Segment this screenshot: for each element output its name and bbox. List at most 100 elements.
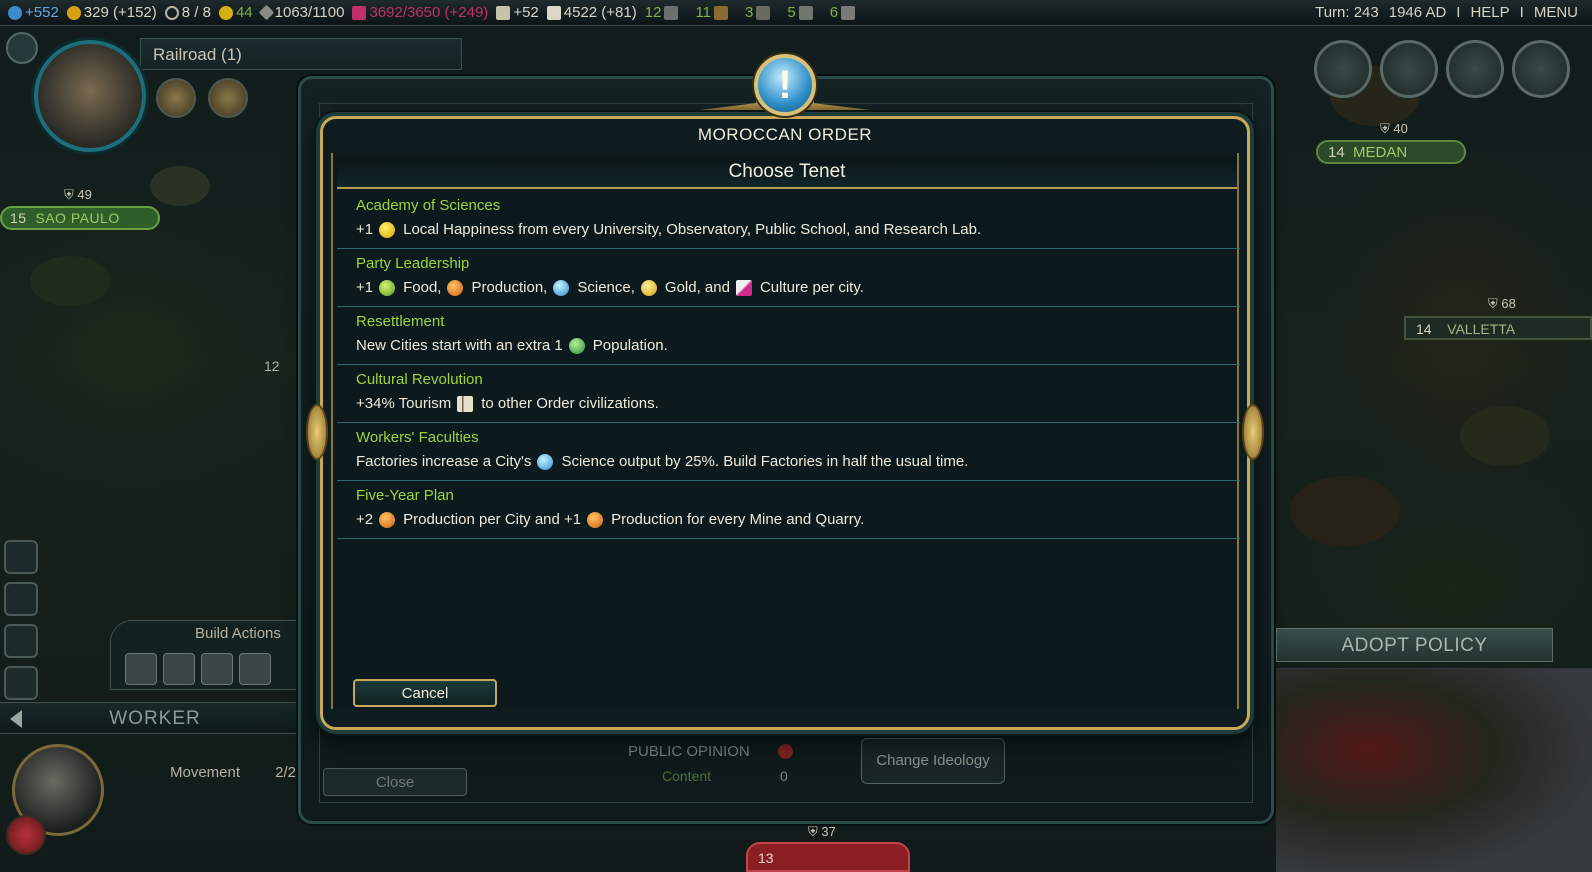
tenet-list: Academy of Sciences +1 Local Happiness fr…	[337, 191, 1240, 539]
tenet-name: Party Leadership	[356, 255, 470, 272]
wait-icon[interactable]	[4, 582, 38, 616]
diplomacy-button[interactable]	[1380, 40, 1438, 98]
unit-name-bar: WORKER	[0, 702, 310, 734]
tech-tree-button[interactable]	[6, 32, 38, 64]
unit-promotion-icon[interactable]	[6, 815, 46, 855]
faith-icon	[546, 5, 561, 20]
tourism-stat[interactable]: +52	[496, 4, 539, 21]
tenet-five-year-plan[interactable]: Five-Year Plan +2 Production per City and…	[337, 481, 1240, 539]
happiness-icon	[379, 221, 396, 238]
tenet-workers-faculties[interactable]: Workers' Faculties Factories increase a …	[337, 423, 1240, 481]
trade-route-icon	[164, 5, 179, 20]
science-icon	[553, 279, 570, 296]
help-button[interactable]: HELP	[1470, 4, 1509, 21]
great-engineer-stat[interactable]: 6	[830, 4, 858, 21]
tech-progress-bar[interactable]: Railroad (1)	[140, 38, 462, 70]
great-scientist-icon	[798, 5, 813, 20]
culture-stat[interactable]: 3692/3650 (+249)	[352, 4, 488, 21]
great-writer-stat[interactable]: 12	[645, 4, 682, 21]
culture-overview-button[interactable]	[1512, 40, 1570, 98]
alert-icon: !	[754, 54, 816, 116]
great-musician-stat[interactable]: 3	[745, 4, 773, 21]
tenet-resettlement[interactable]: Resettlement New Cities start with an ex…	[337, 307, 1240, 365]
year-label: 1946 AD	[1388, 4, 1447, 21]
tenet-description: +1 Local Happiness from every University,…	[356, 221, 982, 238]
military-overview-button[interactable]	[1446, 40, 1504, 98]
tenet-name: Resettlement	[356, 313, 445, 330]
choose-tenet-popup: MOROCCAN ORDER Choose Tenet Academy of S…	[320, 116, 1250, 730]
separator: I	[1456, 4, 1461, 21]
culture-icon	[735, 279, 752, 296]
top-resource-bar: +552 329 (+152) 8 / 8 44 1063/1100 3692/…	[0, 0, 1592, 26]
population-icon	[568, 337, 585, 354]
gold-stat[interactable]: 329 (+152)	[66, 4, 157, 21]
food-icon	[379, 279, 396, 296]
minimap[interactable]	[1276, 668, 1592, 872]
build-mine-icon[interactable]	[201, 653, 233, 685]
city-defense-label: ⛨ 49	[64, 187, 92, 202]
research-portrait[interactable]	[34, 40, 146, 152]
production-icon	[587, 511, 604, 528]
tenet-description: +2 Production per City and +1 Production f…	[356, 511, 865, 528]
public-opinion-value: Content	[662, 768, 712, 784]
close-button[interactable]: Close	[323, 768, 467, 796]
build-road-icon[interactable]	[125, 653, 157, 685]
city-banner-bottom[interactable]: 13	[746, 842, 910, 872]
build-railroad-icon[interactable]	[239, 653, 271, 685]
movement-row: Movement 2/2	[170, 764, 296, 781]
city-defense-label: ⛨ 37	[808, 824, 836, 839]
fortify-icon[interactable]	[4, 540, 38, 574]
popup-title: MOROCCAN ORDER	[697, 125, 873, 144]
unlock-icon[interactable]	[156, 78, 196, 118]
turn-label: Turn: 243	[1315, 4, 1379, 21]
advisor-button[interactable]	[1314, 40, 1372, 98]
build-actions-label: Build Actions	[195, 625, 281, 642]
trade-routes-stat[interactable]: 8 / 8	[164, 4, 211, 21]
tourism-icon	[496, 5, 511, 20]
tenet-name: Five-Year Plan	[356, 487, 454, 504]
previous-unit-icon[interactable]	[10, 710, 22, 728]
unlock-icon[interactable]	[208, 78, 248, 118]
city-banner-valletta[interactable]: 14 VALLETTA	[1404, 316, 1592, 340]
faith-stat[interactable]: 4522 (+81)	[546, 4, 637, 21]
strategic-stat[interactable]: 1063/1100	[258, 4, 344, 21]
separator: I	[1519, 4, 1524, 21]
gold-icon	[66, 5, 81, 20]
popup-side-ornament	[306, 404, 328, 460]
science-icon	[8, 5, 22, 20]
build-actions-panel: Build Actions	[110, 620, 310, 690]
tenet-cultural-revolution[interactable]: Cultural Revolution +34% Tourism to other…	[337, 365, 1240, 423]
tenet-name: Cultural Revolution	[356, 371, 483, 388]
great-artist-stat[interactable]: 11	[695, 4, 731, 21]
cancel-button[interactable]: Cancel	[353, 679, 497, 707]
happiness-icon	[218, 5, 233, 20]
sleep-icon[interactable]	[4, 624, 38, 658]
tenet-name: Workers' Faculties	[356, 429, 479, 446]
city-defense-label: ⛨ 68	[1488, 296, 1516, 311]
tile-yield-label: 12	[264, 358, 280, 374]
great-musician-icon	[756, 5, 771, 20]
automate-icon[interactable]	[4, 666, 38, 700]
research-unlocks	[156, 78, 248, 118]
production-icon	[379, 511, 396, 528]
happiness-stat[interactable]: 44	[218, 4, 253, 21]
tenet-academy-of-sciences[interactable]: Academy of Sciences +1 Local Happiness fr…	[337, 191, 1240, 249]
city-defense-label: ⛨ 40	[1380, 121, 1408, 136]
change-ideology-button[interactable]: Change Ideology	[861, 738, 1005, 784]
great-artist-icon	[714, 5, 729, 20]
great-scientist-stat[interactable]: 5	[787, 4, 815, 21]
production-icon	[447, 279, 464, 296]
adopt-policy-button[interactable]: ADOPT POLICY	[1276, 628, 1553, 662]
gold-icon	[640, 279, 657, 296]
city-banner-medan[interactable]: 14 MEDAN	[1316, 140, 1466, 164]
city-banner-sao-paulo[interactable]: 15 SAO PAULO	[0, 206, 160, 230]
topbar-right-group: Turn: 243 1946 AD I HELP I MENU	[1315, 4, 1578, 21]
current-research-label: Railroad (1)	[153, 45, 242, 64]
popup-side-ornament	[1242, 404, 1264, 460]
science-stat[interactable]: +552	[8, 4, 59, 21]
build-farm-icon[interactable]	[163, 653, 195, 685]
menu-button[interactable]: MENU	[1534, 4, 1578, 21]
tourism-icon	[457, 395, 474, 412]
tenet-party-leadership[interactable]: Party Leadership +1 Food, Production, Scien…	[337, 249, 1240, 307]
popup-subtitle: Choose Tenet	[337, 157, 1237, 189]
